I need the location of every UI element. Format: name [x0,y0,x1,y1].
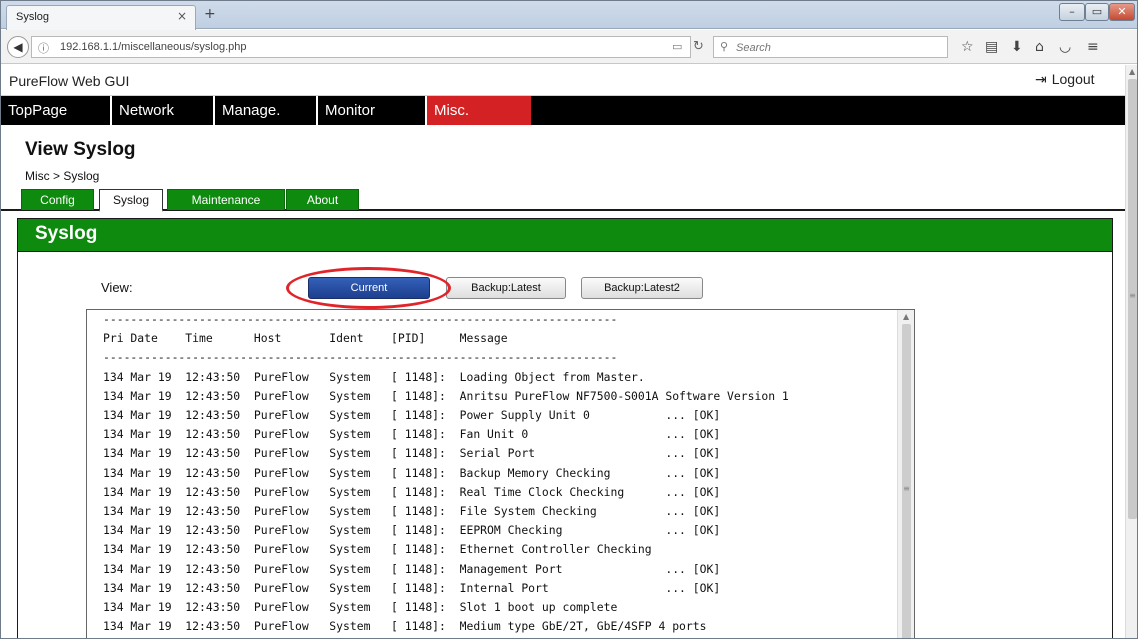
syslog-textarea[interactable]: ----------------------------------------… [86,309,915,638]
web-page: PureFlow Web GUI ⇥ Logout TopPage Network… [1,65,1125,638]
search-box[interactable]: ⚲ [713,36,948,58]
log-line: 134 Mar 19 12:43:50 PureFlow System [ 11… [103,619,707,634]
new-tab-icon[interactable]: + [204,6,216,22]
syslog-panel: Syslog View: Current Backup:Latest Backu… [17,218,1113,638]
log-line: 134 Mar 19 12:43:50 PureFlow System [ 11… [103,388,789,403]
bookmarks-list-icon[interactable]: ▤ [985,39,998,55]
menu-item-network[interactable]: Network [112,96,215,125]
backup-latest-button[interactable]: Backup:Latest [446,277,566,299]
log-content: ----------------------------------------… [103,310,789,636]
scroll-up-arrow-icon[interactable]: ▲ [1129,67,1135,76]
tab-title: Syslog [16,11,50,23]
gui-header: PureFlow Web GUI ⇥ Logout [1,65,1125,96]
log-line: 134 Mar 19 12:43:50 PureFlow System [ 11… [103,504,721,519]
log-line: 134 Mar 19 12:43:50 PureFlow System [ 11… [103,369,645,384]
log-lines: 134 Mar 19 12:43:50 PureFlow System [ 11… [103,368,789,637]
reload-icon[interactable]: ↻ [693,39,704,54]
tab-strip: Syslog × + – ▭ ✕ [1,1,1137,30]
log-scrollbar-thumb[interactable]: ≡ [902,324,911,638]
panel-title: Syslog [35,223,98,244]
log-separator: ----------------------------------------… [103,312,618,326]
menu-item-misc[interactable]: Misc. [427,96,531,125]
maximize-button[interactable]: ▭ [1085,3,1109,21]
panel-header: Syslog [18,219,1112,252]
tab-syslog[interactable]: Syslog [99,189,163,212]
info-icon[interactable]: ⓘ [38,40,49,56]
scroll-up-arrow-icon[interactable]: ▲ [903,312,909,321]
log-line: 134 Mar 19 12:43:50 PureFlow System [ 11… [103,446,721,461]
logout-icon: ⇥ [1035,71,1047,87]
log-scrollbar[interactable]: ▲ ≡ [897,310,914,638]
page-scrollbar[interactable]: ▲ ≡ [1125,65,1137,638]
log-line: 134 Mar 19 12:43:50 PureFlow System [ 11… [103,484,721,499]
backup-latest2-button[interactable]: Backup:Latest2 [581,277,703,299]
browser-tab[interactable]: Syslog × [6,5,196,30]
tab-config[interactable]: Config [21,189,94,210]
log-line: 134 Mar 19 12:43:50 PureFlow System [ 11… [103,600,618,615]
menu-item-manage[interactable]: Manage. [215,96,318,125]
scroll-grip-icon: ≡ [903,484,910,493]
breadcrumb: Misc > Syslog [25,169,100,183]
view-label: View: [101,280,133,295]
log-line: 134 Mar 19 12:43:50 PureFlow System [ 11… [103,561,721,576]
reader-view-icon[interactable]: ▭ [672,40,682,53]
sub-tabs: Config Syslog Maintenance About [1,189,1125,212]
highlight-ellipse [286,267,451,309]
page-title: View Syslog [25,139,136,160]
log-header: Pri Date Time Host Ident [PID] Message [103,331,508,346]
log-line: 134 Mar 19 12:43:50 PureFlow System [ 11… [103,580,721,595]
menu-item-monitor[interactable]: Monitor [318,96,427,125]
main-menu: TopPage Network Manage. Monitor Misc. [1,96,1125,125]
back-arrow-icon[interactable]: ◀ [7,36,29,58]
logout-link[interactable]: ⇥ Logout [1035,71,1095,88]
app-title: PureFlow Web GUI [9,73,130,89]
minimize-button[interactable]: – [1059,3,1085,21]
browser-window: Syslog × + – ▭ ✕ ◀ ⓘ 192.168.1.1/miscell… [0,0,1138,639]
page-scrollbar-thumb[interactable]: ≡ [1128,79,1137,519]
scroll-grip-icon: ≡ [1129,291,1136,300]
tab-about[interactable]: About [286,189,359,210]
log-line: 134 Mar 19 12:43:50 PureFlow System [ 11… [103,465,721,480]
log-line: 134 Mar 19 12:43:50 PureFlow System [ 11… [103,523,721,538]
close-window-button[interactable]: ✕ [1109,3,1135,21]
downloads-icon[interactable]: ⬇ [1011,39,1023,55]
menu-hamburger-icon[interactable]: ≡ [1087,39,1099,55]
log-line: 134 Mar 19 12:43:50 PureFlow System [ 11… [103,542,652,557]
tab-maintenance[interactable]: Maintenance [167,189,285,210]
pocket-icon[interactable]: ◡ [1059,39,1071,55]
tab-close-icon[interactable]: × [177,9,187,23]
navigation-bar: ◀ ⓘ 192.168.1.1/miscellaneous/syslog.php… [1,30,1137,64]
search-icon: ⚲ [720,40,729,53]
logout-label: Logout [1051,71,1095,87]
home-icon[interactable]: ⌂ [1035,39,1044,55]
log-line: 134 Mar 19 12:43:50 PureFlow System [ 11… [103,408,721,423]
log-line: 134 Mar 19 12:43:50 PureFlow System [ 11… [103,427,721,442]
bookmark-star-icon[interactable]: ☆ [961,39,974,55]
address-bar[interactable]: ⓘ 192.168.1.1/miscellaneous/syslog.php ▭ [31,36,691,58]
menu-item-toppage[interactable]: TopPage [1,96,112,125]
log-separator: ----------------------------------------… [103,350,618,365]
search-input[interactable] [736,39,936,56]
url-text: 192.168.1.1/miscellaneous/syslog.php [60,41,247,53]
